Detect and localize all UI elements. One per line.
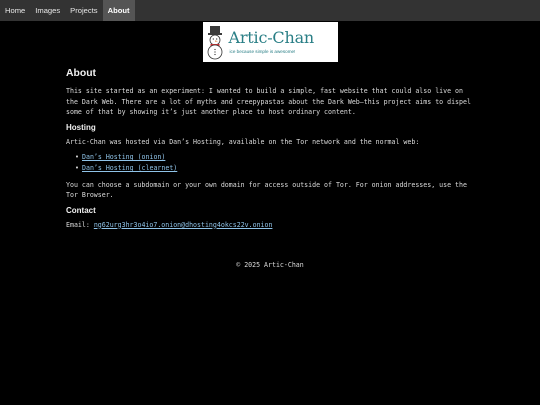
logo-title: Artic-Chan bbox=[228, 28, 315, 47]
logo-tagline: ice because simple is awesome! bbox=[229, 49, 296, 54]
top-navbar: Home Images Projects About bbox=[0, 0, 540, 21]
hosting-onion-link[interactable]: Dan’s Hosting (onion) bbox=[82, 153, 165, 161]
email-label: Email: bbox=[66, 220, 90, 229]
logo-container: Artic-Chan ice because simple is awesome… bbox=[0, 22, 540, 62]
nav-home[interactable]: Home bbox=[0, 0, 30, 21]
nav-images[interactable]: Images bbox=[30, 0, 65, 21]
hosting-heading: Hosting bbox=[66, 122, 96, 132]
site-logo: Artic-Chan ice because simple is awesome… bbox=[202, 22, 338, 62]
contact-line: Email: ng62urg3hr3o4io7.onion@dhosting4o… bbox=[66, 220, 476, 231]
snowman-icon bbox=[207, 26, 222, 60]
nav-about[interactable]: About bbox=[102, 0, 135, 21]
hosting-paragraph: Artic-Chan was hosted via Dan’s Hosting,… bbox=[66, 137, 420, 146]
list-item: • Dan’s Hosting (clearnet) bbox=[75, 163, 476, 174]
list-item: • Dan’s Hosting (onion) bbox=[75, 152, 476, 163]
email-link[interactable]: ng62urg3hr3o4io7.onion@dhosting4okcs22v.… bbox=[94, 221, 273, 229]
page-title: About bbox=[66, 68, 97, 79]
main-content: About This site started as an experiment… bbox=[66, 68, 476, 235]
hosting-clearnet-link[interactable]: Dan’s Hosting (clearnet) bbox=[82, 164, 177, 172]
hosting-note: You can choose a subdomain or your own d… bbox=[66, 180, 467, 200]
copyright-text: © 2025 Artic-Chan bbox=[236, 261, 304, 269]
bullet-icon: • bbox=[75, 153, 79, 162]
nav-projects[interactable]: Projects bbox=[65, 0, 102, 21]
contact-heading: Contact bbox=[66, 205, 96, 215]
footer: © 2025 Artic-Chan bbox=[0, 260, 540, 270]
hosting-links-list: • Dan’s Hosting (onion) • Dan’s Hosting … bbox=[66, 152, 476, 173]
bullet-icon: • bbox=[75, 163, 79, 172]
intro-paragraph: This site started as an experiment: I wa… bbox=[66, 87, 471, 117]
